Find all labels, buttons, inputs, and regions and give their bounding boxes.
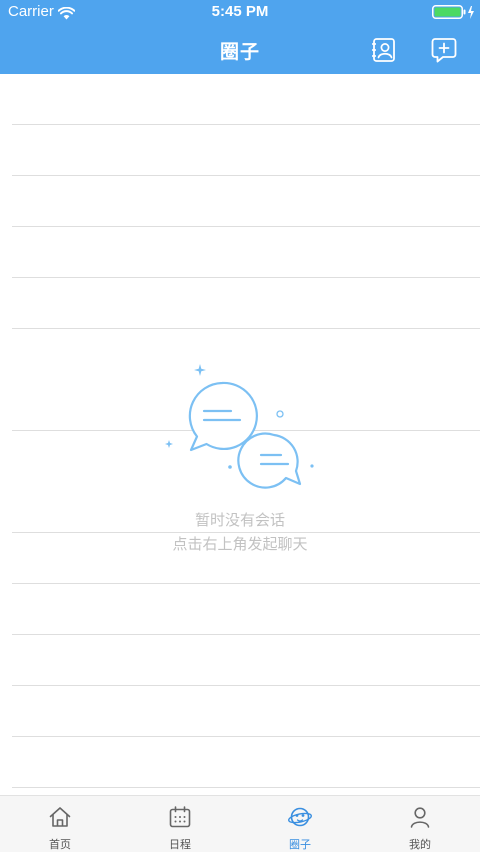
list-separator (12, 583, 480, 584)
tab-home-label: 首页 (49, 838, 71, 851)
tab-me[interactable]: 我的 (360, 796, 480, 853)
page-title: 圈子 (219, 41, 260, 63)
battery-icon (432, 5, 476, 24)
add-chat-icon (431, 38, 457, 63)
status-time: 5:45 PM (211, 3, 269, 20)
planet-icon (288, 807, 312, 827)
person-icon (410, 807, 430, 828)
navigation-header: Carrier 5:45 PM 圈子 (0, 0, 480, 74)
list-separator (12, 787, 480, 788)
empty-chat-illustration (160, 360, 320, 499)
tab-schedule-label: 日程 (169, 838, 191, 851)
list-separator (12, 226, 480, 227)
empty-state-title: 暂时没有会话 (0, 509, 480, 530)
tab-me-label: 我的 (409, 838, 431, 851)
tab-schedule[interactable]: 日程 (120, 796, 240, 853)
list-separator (12, 328, 480, 329)
list-separator (12, 277, 480, 278)
tab-circle-label: 圈子 (289, 838, 311, 851)
tab-home[interactable]: 首页 (0, 796, 120, 853)
contacts-icon (372, 38, 395, 62)
list-separator (12, 685, 480, 686)
list-separator (12, 175, 480, 176)
status-bar: Carrier 5:45 PM (0, 0, 480, 24)
empty-state-hint: 点击右上角发起聊天 (0, 533, 480, 554)
tab-circle[interactable]: 圈子 (240, 796, 360, 853)
calendar-icon (169, 806, 191, 828)
list-separator (12, 736, 480, 737)
home-icon (49, 807, 71, 827)
new-chat-button[interactable] (430, 36, 458, 64)
contacts-button[interactable] (370, 36, 398, 64)
tab-bar: 首页 日程 圈子 我的 (0, 795, 480, 852)
list-separator (12, 124, 480, 125)
list-separator (12, 634, 480, 635)
